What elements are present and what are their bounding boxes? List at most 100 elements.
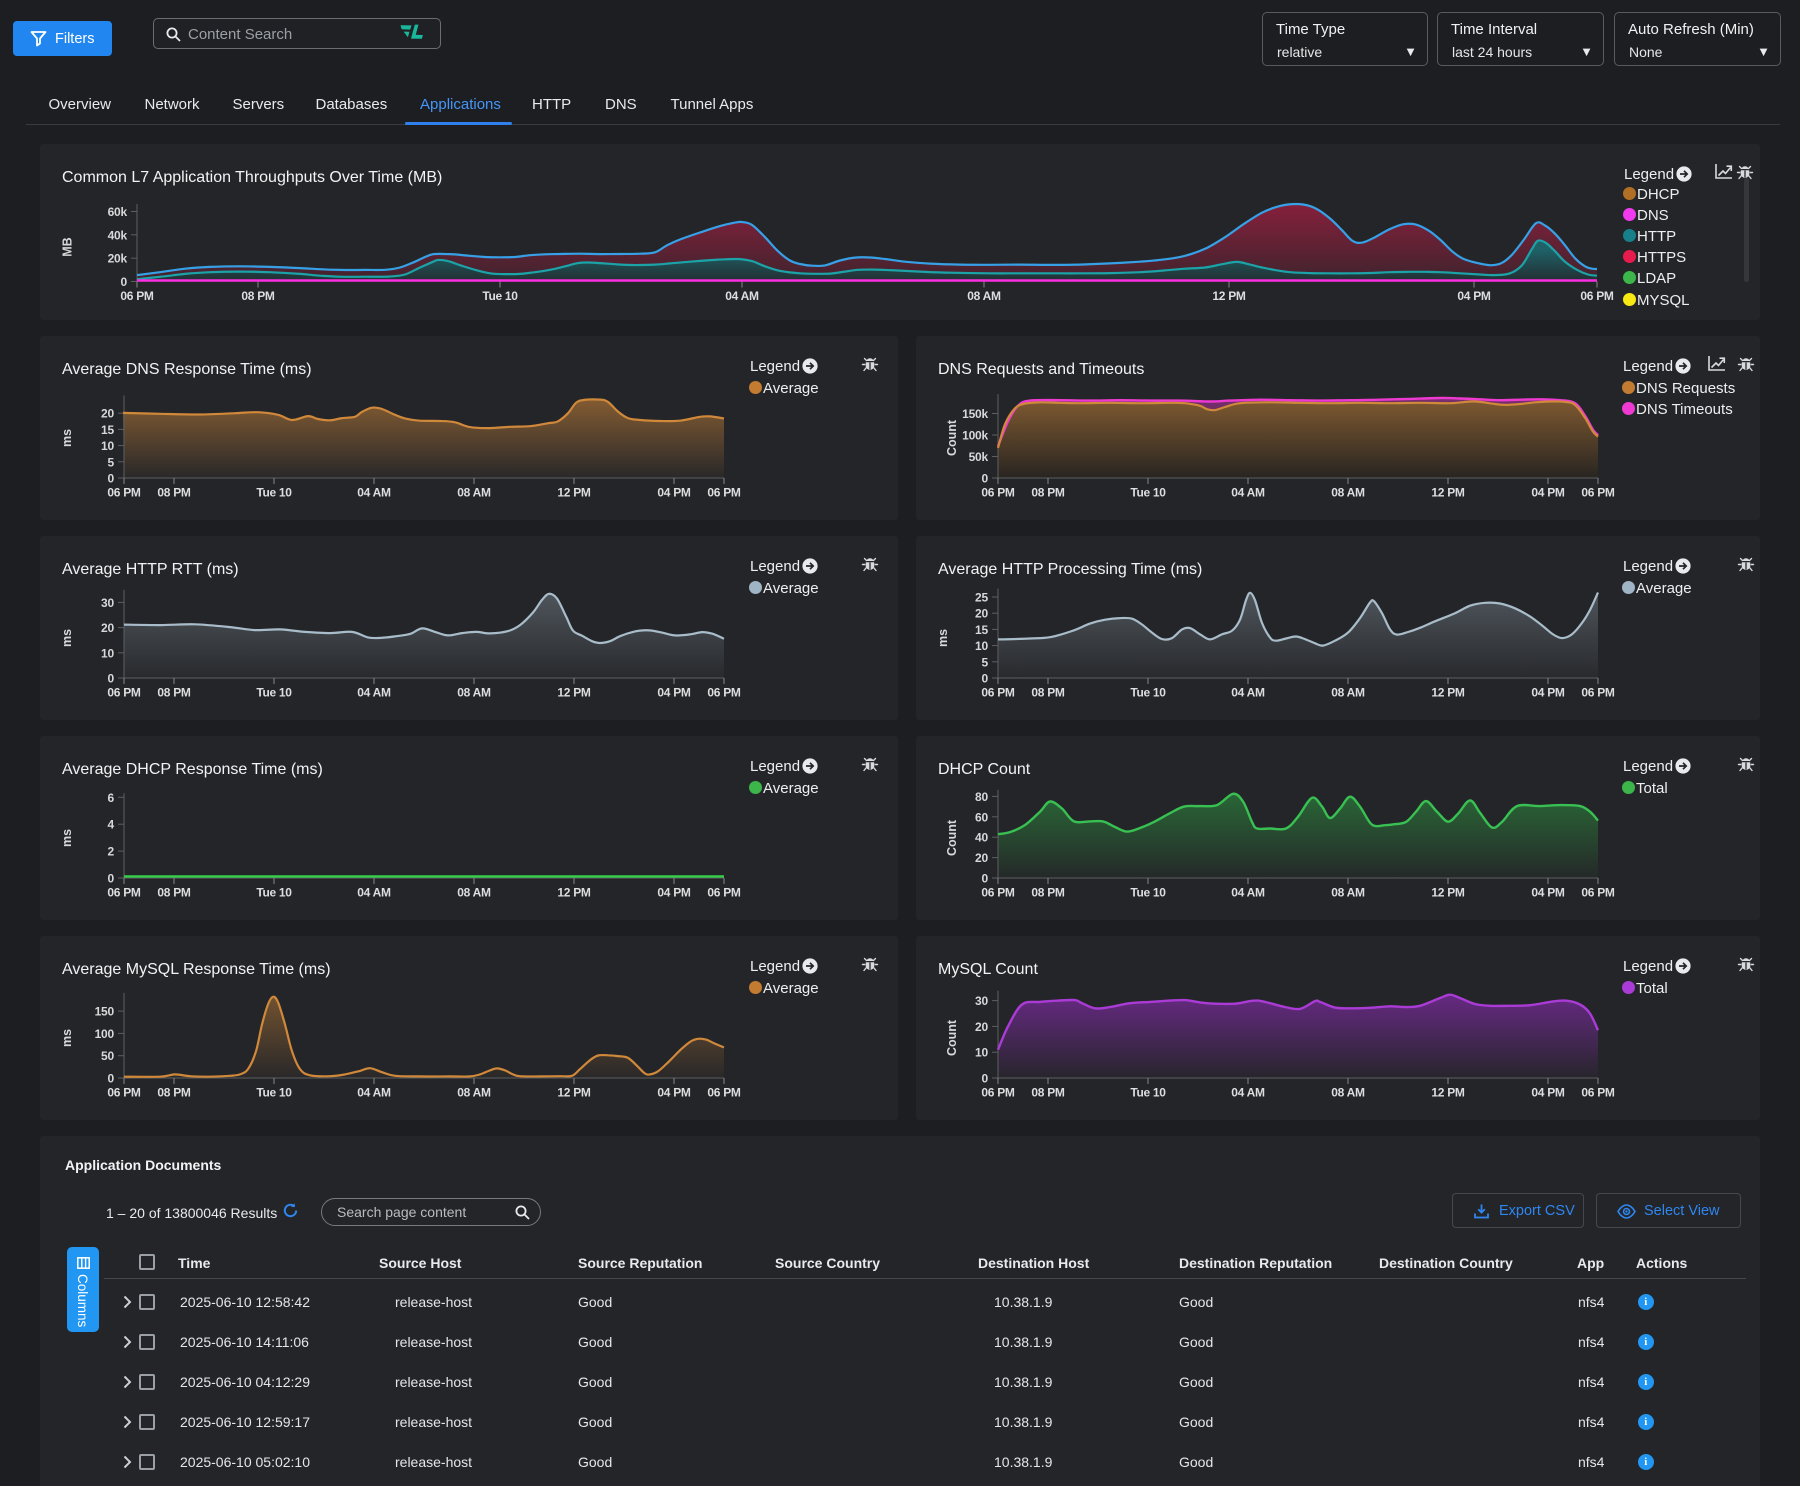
svg-text:04 AM: 04 AM <box>1231 486 1265 500</box>
svg-text:150k: 150k <box>962 407 988 421</box>
svg-text:04 AM: 04 AM <box>1231 1086 1265 1100</box>
svg-text:25: 25 <box>975 591 988 605</box>
svg-text:08 AM: 08 AM <box>457 686 491 700</box>
svg-text:06 PM: 06 PM <box>1581 1086 1614 1100</box>
svg-text:15: 15 <box>101 423 114 437</box>
svg-text:5: 5 <box>108 455 115 469</box>
svg-text:06 PM: 06 PM <box>981 486 1014 500</box>
svg-text:04 AM: 04 AM <box>357 886 391 900</box>
svg-text:0: 0 <box>121 275 128 289</box>
svg-text:06 PM: 06 PM <box>707 486 740 500</box>
svg-text:04 AM: 04 AM <box>357 686 391 700</box>
svg-text:30: 30 <box>101 596 114 610</box>
svg-text:06 PM: 06 PM <box>107 1086 140 1100</box>
svg-text:40k: 40k <box>108 228 128 242</box>
svg-text:06 PM: 06 PM <box>981 1086 1014 1100</box>
svg-text:30: 30 <box>975 994 988 1008</box>
svg-text:4: 4 <box>108 818 115 832</box>
svg-text:12 PM: 12 PM <box>1212 289 1245 303</box>
svg-text:10: 10 <box>975 1046 988 1060</box>
svg-text:08 PM: 08 PM <box>1031 1086 1064 1100</box>
svg-text:12 PM: 12 PM <box>1431 1086 1464 1100</box>
svg-text:Tue 10: Tue 10 <box>1130 886 1166 900</box>
svg-text:08 AM: 08 AM <box>1331 686 1365 700</box>
svg-text:Tue 10: Tue 10 <box>256 886 292 900</box>
svg-text:0: 0 <box>108 472 115 486</box>
svg-text:5: 5 <box>982 655 989 669</box>
svg-text:08 PM: 08 PM <box>157 1086 190 1100</box>
svg-text:150: 150 <box>95 1005 115 1019</box>
svg-text:12 PM: 12 PM <box>557 486 590 500</box>
svg-text:08 AM: 08 AM <box>1331 886 1365 900</box>
svg-text:04 PM: 04 PM <box>1531 686 1564 700</box>
svg-text:12 PM: 12 PM <box>1431 486 1464 500</box>
svg-text:12 PM: 12 PM <box>1431 686 1464 700</box>
svg-text:06 PM: 06 PM <box>120 289 153 303</box>
svg-text:08 AM: 08 AM <box>1331 1086 1365 1100</box>
svg-text:20: 20 <box>101 407 114 421</box>
svg-text:15: 15 <box>975 623 988 637</box>
svg-text:06 PM: 06 PM <box>1581 486 1614 500</box>
svg-text:06 PM: 06 PM <box>707 686 740 700</box>
svg-text:20k: 20k <box>108 252 128 266</box>
svg-text:2: 2 <box>108 845 115 859</box>
svg-text:100: 100 <box>95 1027 115 1041</box>
svg-text:04 AM: 04 AM <box>357 486 391 500</box>
svg-text:0: 0 <box>108 1072 115 1086</box>
svg-text:0: 0 <box>108 672 115 686</box>
svg-text:60: 60 <box>975 810 988 824</box>
svg-text:04 PM: 04 PM <box>1457 289 1490 303</box>
svg-text:12 PM: 12 PM <box>557 886 590 900</box>
svg-text:08 PM: 08 PM <box>1031 886 1064 900</box>
svg-text:06 PM: 06 PM <box>1581 686 1614 700</box>
svg-text:04 AM: 04 AM <box>357 1086 391 1100</box>
svg-text:Tue 10: Tue 10 <box>256 686 292 700</box>
svg-text:6: 6 <box>108 791 115 805</box>
svg-text:04 PM: 04 PM <box>657 1086 690 1100</box>
svg-text:08 AM: 08 AM <box>457 1086 491 1100</box>
svg-text:06 PM: 06 PM <box>707 1086 740 1100</box>
svg-text:Tue 10: Tue 10 <box>1130 686 1166 700</box>
svg-text:04 PM: 04 PM <box>657 686 690 700</box>
svg-text:08 PM: 08 PM <box>1031 686 1064 700</box>
svg-text:0: 0 <box>982 672 989 686</box>
svg-text:Tue 10: Tue 10 <box>482 289 518 303</box>
svg-text:08 AM: 08 AM <box>457 886 491 900</box>
svg-text:08 PM: 08 PM <box>157 486 190 500</box>
svg-text:Tue 10: Tue 10 <box>1130 1086 1166 1100</box>
svg-text:08 PM: 08 PM <box>157 686 190 700</box>
svg-text:08 AM: 08 AM <box>967 289 1001 303</box>
svg-text:Tue 10: Tue 10 <box>256 1086 292 1100</box>
svg-text:06 PM: 06 PM <box>107 486 140 500</box>
svg-text:Tue 10: Tue 10 <box>256 486 292 500</box>
svg-text:20: 20 <box>101 621 114 635</box>
svg-text:04 AM: 04 AM <box>725 289 759 303</box>
svg-text:04 PM: 04 PM <box>657 486 690 500</box>
svg-text:40: 40 <box>975 831 988 845</box>
svg-text:20: 20 <box>975 851 988 865</box>
svg-text:08 PM: 08 PM <box>157 886 190 900</box>
svg-text:04 PM: 04 PM <box>1531 886 1564 900</box>
svg-text:04 AM: 04 AM <box>1231 886 1265 900</box>
svg-text:04 PM: 04 PM <box>1531 486 1564 500</box>
svg-text:50k: 50k <box>969 450 989 464</box>
svg-text:12 PM: 12 PM <box>1431 886 1464 900</box>
svg-text:06 PM: 06 PM <box>107 886 140 900</box>
svg-text:04 AM: 04 AM <box>1231 686 1265 700</box>
svg-text:04 PM: 04 PM <box>657 886 690 900</box>
svg-text:100k: 100k <box>962 429 988 443</box>
svg-text:0: 0 <box>108 872 115 886</box>
svg-text:12 PM: 12 PM <box>557 1086 590 1100</box>
svg-text:0: 0 <box>982 872 989 886</box>
svg-text:06 PM: 06 PM <box>1581 886 1614 900</box>
svg-text:06 PM: 06 PM <box>981 686 1014 700</box>
svg-text:08 PM: 08 PM <box>241 289 274 303</box>
svg-text:08 AM: 08 AM <box>1331 486 1365 500</box>
svg-text:12 PM: 12 PM <box>557 686 590 700</box>
svg-text:50: 50 <box>101 1049 114 1063</box>
svg-text:04 PM: 04 PM <box>1531 1086 1564 1100</box>
svg-text:20: 20 <box>975 607 988 621</box>
svg-text:08 PM: 08 PM <box>1031 486 1064 500</box>
svg-text:08 AM: 08 AM <box>457 486 491 500</box>
svg-text:60k: 60k <box>108 205 128 219</box>
